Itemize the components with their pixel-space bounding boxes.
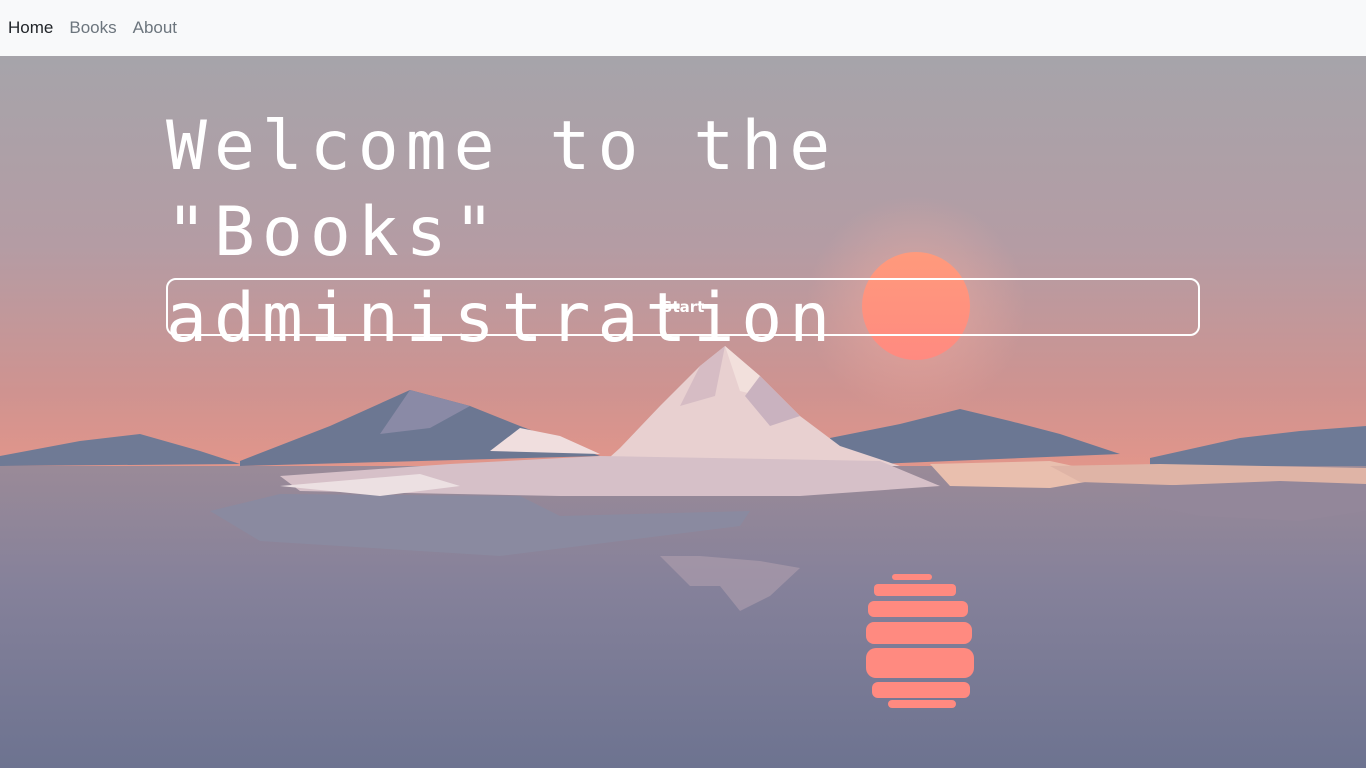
nav-books-link[interactable]: Books — [69, 18, 116, 38]
start-button[interactable]: Start — [166, 278, 1200, 336]
nav-about-link[interactable]: About — [133, 18, 177, 38]
nav-home-link[interactable]: Home — [8, 18, 53, 38]
hero-section: Welcome to the "Books" administration St… — [0, 56, 1366, 768]
top-navbar: Home Books About — [0, 0, 1366, 56]
